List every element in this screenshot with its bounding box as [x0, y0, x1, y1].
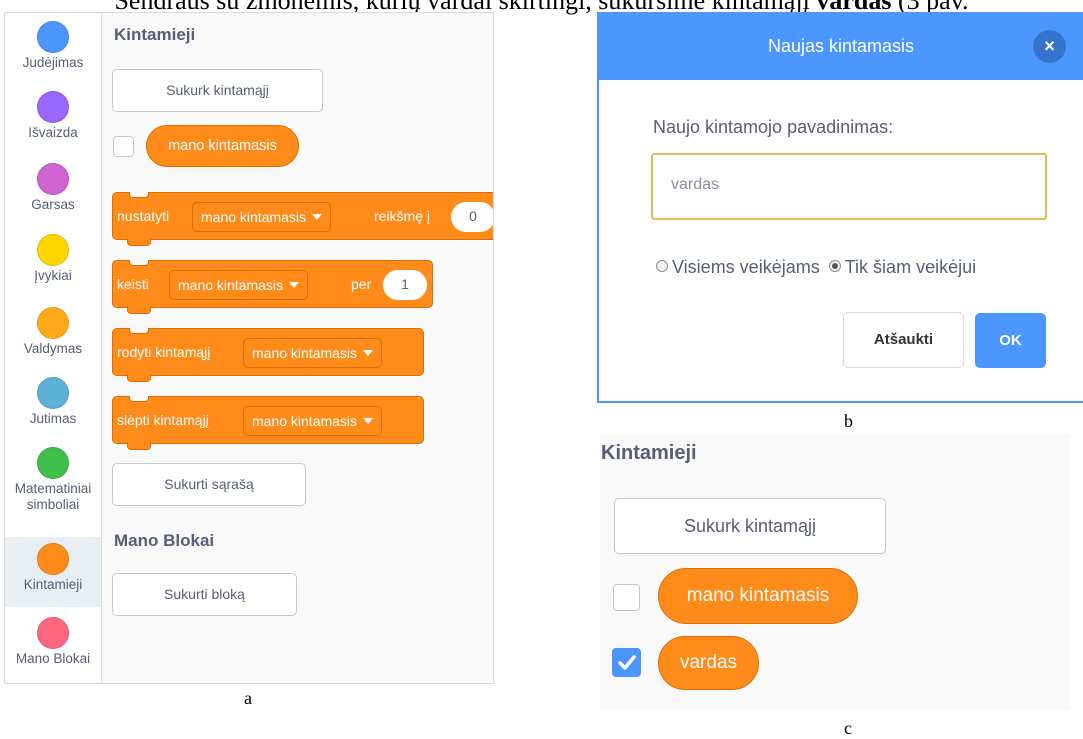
my-blocks-section-title: Mano Blokai	[114, 531, 215, 550]
category-label: Mano Blokai	[15, 651, 91, 666]
looks-category-icon	[37, 91, 69, 123]
close-icon[interactable]: ×	[1033, 30, 1066, 63]
variable-reporter[interactable]: mano kintamasis	[146, 125, 299, 167]
ok-button[interactable]: OK	[975, 313, 1046, 368]
variable-reporter-vardas[interactable]: vardas	[658, 636, 759, 690]
category-label: Matematiniai simboliai	[14, 481, 92, 512]
caret-down-icon	[363, 350, 374, 357]
hide-variable-block[interactable]: slėpti kintamąjį mano kintamasis	[112, 396, 424, 450]
caret-down-icon	[363, 418, 374, 425]
block-palette-panel: Judėjimas Išvaizda Garsas Įvykiai Valdym…	[4, 12, 494, 684]
dropdown-label: mano kintamasis	[252, 345, 358, 361]
change-variable-block[interactable]: keisti mano kintamasis per 1	[112, 260, 433, 314]
variable-dropdown[interactable]: mano kintamasis	[243, 406, 383, 436]
variable-monitor-checkbox-checked[interactable]	[612, 648, 641, 677]
category-label: Įvykiai	[34, 268, 72, 283]
make-variable-button[interactable]: Sukurk kintamąjį	[614, 498, 886, 554]
caret-down-icon	[289, 282, 300, 289]
variables-palette-result: Kintamieji Sukurk kintamąjį mano kintama…	[600, 434, 1070, 710]
category-operators[interactable]: Matematiniai simboliai	[5, 447, 101, 513]
variable-dropdown[interactable]: mano kintamasis	[169, 270, 309, 300]
block-tab	[127, 374, 151, 382]
block-tab	[127, 306, 151, 314]
variables-category-icon	[37, 543, 69, 575]
category-label: Valdymas	[23, 341, 83, 356]
dropdown-label: mano kintamasis	[178, 277, 284, 293]
category-looks[interactable]: Išvaizda	[5, 91, 101, 141]
motion-category-icon	[37, 21, 69, 53]
new-variable-dialog: Naujas kintamasis × Naujo kintamojo pava…	[597, 12, 1083, 403]
caret-down-icon	[312, 214, 323, 221]
category-control[interactable]: Valdymas	[5, 307, 101, 357]
category-label: Jutimas	[29, 411, 77, 426]
radio-this-sprite[interactable]: Tik šiam veikėjui	[828, 257, 977, 277]
radio-label: Visiems veikėjams	[672, 257, 820, 277]
variable-monitor-checkbox[interactable]	[113, 136, 134, 157]
radio-all-sprites[interactable]: Visiems veikėjams	[656, 257, 820, 277]
dropdown-label: mano kintamasis	[252, 413, 358, 429]
show-variable-block[interactable]: rodyti kintamąjį mano kintamasis	[112, 328, 424, 382]
category-label: Kintamieji	[23, 577, 83, 592]
value-input[interactable]: 0	[451, 202, 493, 232]
variable-name-label: Naujo kintamojo pavadinimas:	[653, 117, 894, 137]
sound-category-icon	[37, 163, 69, 195]
variable-reporter[interactable]: mano kintamasis	[658, 568, 858, 624]
make-variable-button[interactable]: Sukurk kintamąjį	[112, 69, 323, 112]
block-text: nustatyti	[117, 208, 170, 224]
radio-button-icon	[656, 260, 668, 273]
control-category-icon	[37, 307, 69, 339]
dialog-title: Naujas kintamasis	[767, 36, 915, 56]
variables-section-title: Kintamieji	[114, 25, 196, 44]
make-list-button[interactable]: Sukurti sąrašą	[112, 463, 306, 506]
cancel-button[interactable]: Atšaukti	[843, 312, 964, 368]
value-input[interactable]: 1	[383, 270, 427, 300]
category-events[interactable]: Įvykiai	[5, 234, 101, 284]
my-blocks-category-icon	[37, 617, 69, 649]
block-text: keisti	[117, 276, 149, 292]
block-text: reikšmę į	[374, 208, 431, 224]
variable-monitor-checkbox[interactable]	[613, 584, 640, 611]
block-tab	[127, 238, 151, 246]
caption-b: b	[844, 411, 853, 431]
variables-section-title: Kintamieji	[601, 442, 697, 464]
category-variables[interactable]: Kintamieji	[5, 537, 101, 607]
block-tab	[127, 442, 151, 450]
caption-a: a	[244, 688, 252, 708]
sensing-category-icon	[37, 377, 69, 409]
category-label: Judėjimas	[22, 55, 84, 70]
category-label: Garsas	[31, 197, 75, 212]
radio-button-selected-icon	[828, 260, 841, 273]
block-text: per	[351, 276, 372, 292]
make-block-button[interactable]: Sukurti bloką	[112, 573, 297, 616]
set-variable-block[interactable]: nustatyti mano kintamasis reikšmę į 0	[112, 192, 493, 246]
variable-dropdown[interactable]: mano kintamasis	[192, 202, 332, 232]
scope-radio-group: Visiems veikėjams Tik šiam veikėjui	[656, 257, 976, 278]
category-sensing[interactable]: Jutimas	[5, 377, 101, 427]
category-my-blocks[interactable]: Mano Blokai	[5, 617, 101, 667]
block-text: slėpti kintamąjį	[117, 412, 209, 428]
caption-c: c	[844, 718, 852, 738]
dropdown-label: mano kintamasis	[201, 209, 307, 225]
variable-name-input[interactable]: vardas	[651, 153, 1047, 220]
category-menu: Judėjimas Išvaizda Garsas Įvykiai Valdym…	[5, 13, 102, 683]
checkmark-icon	[618, 655, 636, 670]
category-sound[interactable]: Garsas	[5, 163, 101, 213]
category-label: Išvaizda	[28, 125, 78, 140]
events-category-icon	[37, 234, 69, 266]
variable-dropdown[interactable]: mano kintamasis	[243, 338, 383, 368]
radio-label: Tik šiam veikėjui	[844, 257, 977, 277]
block-text: rodyti kintamąjį	[117, 344, 211, 360]
category-motion[interactable]: Judėjimas	[5, 21, 101, 71]
operators-category-icon	[37, 447, 69, 479]
dialog-header: Naujas kintamasis	[599, 12, 1083, 80]
